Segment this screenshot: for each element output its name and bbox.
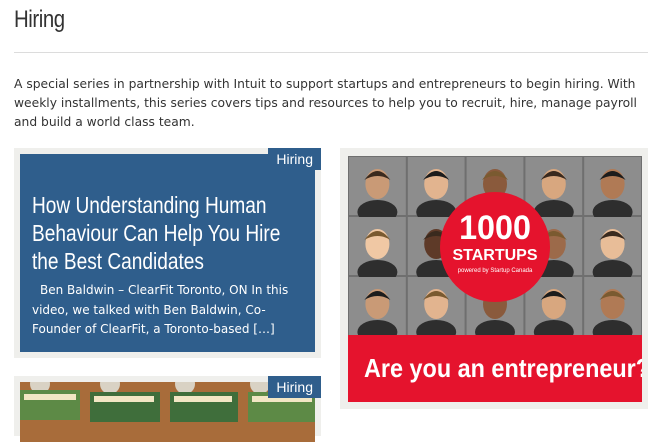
post-title[interactable]: How Understanding Human Behaviour Can He… [32,191,306,275]
category-badge[interactable]: Hiring [268,376,321,398]
category-badge[interactable]: Hiring [268,148,321,170]
title-divider [14,52,648,53]
post-excerpt: Ben Baldwin – ClearFit Toronto, ON In th… [32,281,310,340]
ad-number: 1000 [459,209,531,247]
post-card[interactable]: Hiring [14,376,321,442]
post-excerpt-text: Ben Baldwin – ClearFit Toronto, ON In th… [32,283,289,336]
sidebar-ad-banner[interactable]: 1000 STARTUPS powered by Startup Canada … [340,148,648,409]
post-card[interactable]: How Understanding Human Behaviour Can He… [14,148,321,358]
ad-word: STARTUPS [452,247,538,264]
ad-cta-bar[interactable]: Are you an entrepreneur? [348,335,642,402]
ad-tagline: powered by Startup Canada [457,268,533,274]
ad-cta-text[interactable]: Are you an entrepreneur? [364,353,642,384]
ad-image[interactable]: 1000 STARTUPS powered by Startup Canada … [348,156,642,402]
page-title: Hiring [14,6,65,33]
post-card-panel[interactable]: How Understanding Human Behaviour Can He… [20,154,315,352]
category-description: A special series in partnership with Int… [14,77,637,129]
startups-logo-circle: 1000 STARTUPS powered by Startup Canada [440,192,550,302]
